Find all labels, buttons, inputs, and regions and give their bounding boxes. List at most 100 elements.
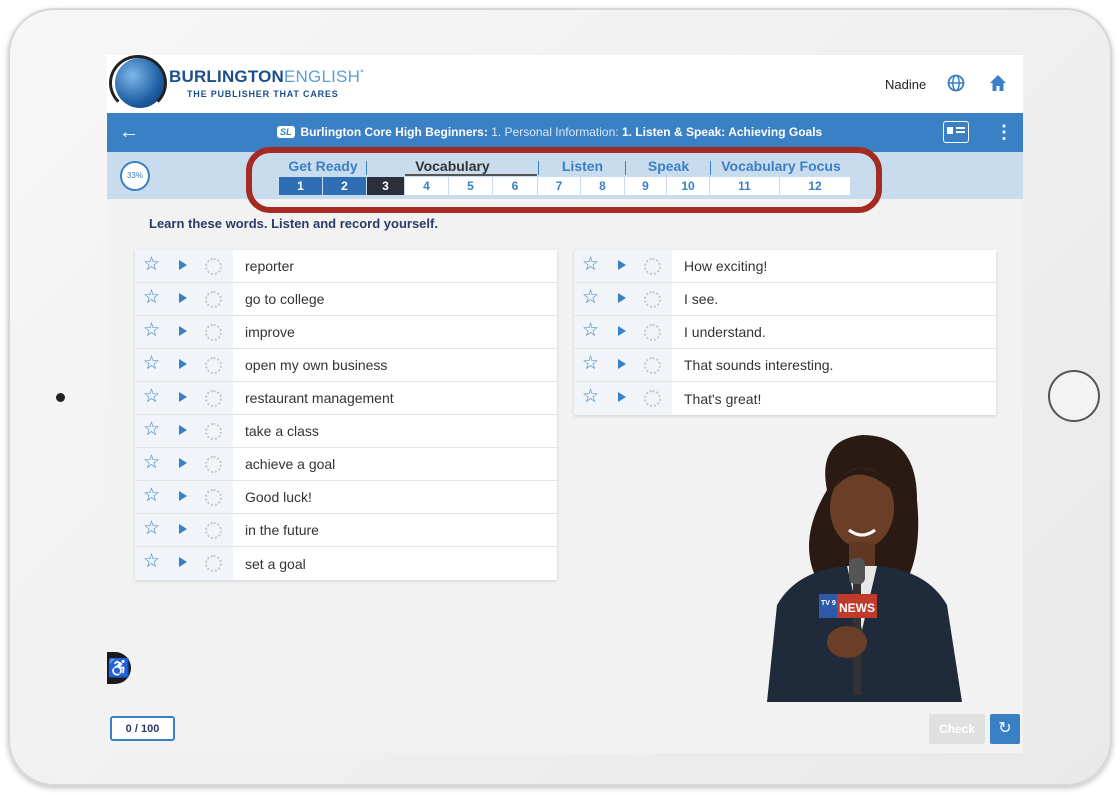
row-controls: ☆ bbox=[574, 349, 672, 381]
back-arrow-icon[interactable]: ← bbox=[119, 122, 139, 142]
star-icon[interactable]: ☆ bbox=[143, 321, 160, 341]
camera-dot bbox=[56, 393, 65, 402]
tablet-home-button bbox=[1048, 370, 1100, 422]
sl-badge: SL bbox=[277, 126, 295, 138]
star-icon[interactable]: ☆ bbox=[143, 387, 160, 407]
star-icon[interactable]: ☆ bbox=[582, 288, 599, 308]
star-icon[interactable]: ☆ bbox=[143, 552, 160, 572]
play-icon[interactable] bbox=[179, 557, 187, 567]
record-icon[interactable] bbox=[644, 258, 661, 275]
row-controls: ☆ bbox=[135, 316, 233, 348]
word-text: improve bbox=[245, 324, 295, 340]
star-icon[interactable]: ☆ bbox=[143, 519, 160, 539]
star-icon[interactable]: ☆ bbox=[143, 255, 160, 275]
record-icon[interactable] bbox=[205, 456, 222, 473]
word-row: ☆ That sounds interesting. bbox=[574, 349, 996, 382]
record-icon[interactable] bbox=[205, 357, 222, 374]
play-icon[interactable] bbox=[179, 359, 187, 369]
word-text: I understand. bbox=[684, 324, 766, 340]
record-icon[interactable] bbox=[205, 258, 222, 275]
play-icon[interactable] bbox=[618, 293, 626, 303]
row-controls: ☆ bbox=[574, 316, 672, 348]
star-icon[interactable]: ☆ bbox=[143, 354, 160, 374]
word-row: ☆ How exciting! bbox=[574, 250, 996, 283]
record-icon[interactable] bbox=[644, 390, 661, 407]
record-icon[interactable] bbox=[644, 291, 661, 308]
word-row: ☆ Good luck! bbox=[135, 481, 557, 514]
word-text: set a goal bbox=[245, 555, 306, 572]
play-icon[interactable] bbox=[179, 524, 187, 534]
top-header: BURLINGTONENGLISH° THE PUBLISHER THAT CA… bbox=[107, 55, 1023, 113]
row-controls: ☆ bbox=[135, 481, 233, 513]
word-row: ☆ reporter bbox=[135, 250, 557, 283]
record-icon[interactable] bbox=[644, 357, 661, 374]
refresh-icon[interactable]: ↻ bbox=[990, 714, 1020, 744]
course-breadcrumb: SL Burlington Core High Beginners: 1. Per… bbox=[277, 125, 822, 139]
word-text: go to college bbox=[245, 291, 325, 307]
play-icon[interactable] bbox=[618, 392, 626, 402]
star-icon[interactable]: ☆ bbox=[582, 387, 599, 407]
word-text: Good luck! bbox=[245, 489, 312, 505]
word-row: ☆ That's great! bbox=[574, 382, 996, 415]
row-controls: ☆ bbox=[135, 514, 233, 546]
row-controls: ☆ bbox=[574, 250, 672, 282]
highlight-annotation bbox=[246, 147, 882, 213]
word-list-right: ☆ How exciting! ☆ I see. ☆ I understand. ☆ That… bbox=[574, 250, 996, 415]
word-row: ☆ go to college bbox=[135, 283, 557, 316]
course-name: Burlington Core High Beginners: bbox=[300, 125, 488, 139]
star-icon[interactable]: ☆ bbox=[143, 420, 160, 440]
play-icon[interactable] bbox=[618, 260, 626, 270]
play-icon[interactable] bbox=[179, 491, 187, 501]
brand-tagline: THE PUBLISHER THAT CARES bbox=[187, 89, 339, 99]
check-button[interactable]: Check bbox=[929, 714, 985, 744]
globe-icon[interactable] bbox=[947, 74, 965, 92]
record-icon[interactable] bbox=[205, 390, 222, 407]
record-icon[interactable] bbox=[205, 489, 222, 506]
record-icon[interactable] bbox=[644, 324, 661, 341]
word-row: ☆ I see. bbox=[574, 283, 996, 316]
play-icon[interactable] bbox=[179, 326, 187, 336]
brand-main: BURLINGTON bbox=[169, 67, 285, 86]
star-icon[interactable]: ☆ bbox=[143, 486, 160, 506]
progress-indicator: 33% bbox=[120, 161, 150, 191]
star-icon[interactable]: ☆ bbox=[582, 354, 599, 374]
record-icon[interactable] bbox=[205, 291, 222, 308]
row-controls: ☆ bbox=[135, 349, 233, 381]
play-icon[interactable] bbox=[179, 458, 187, 468]
presentation-icon[interactable] bbox=[943, 121, 969, 143]
word-row: ☆ set a goal bbox=[135, 547, 557, 580]
word-text: I see. bbox=[684, 291, 719, 307]
record-icon[interactable] bbox=[205, 522, 222, 539]
play-icon[interactable] bbox=[618, 326, 626, 336]
record-icon[interactable] bbox=[205, 423, 222, 440]
star-icon[interactable]: ☆ bbox=[143, 288, 160, 308]
home-icon[interactable] bbox=[989, 74, 1007, 92]
row-controls: ☆ bbox=[135, 448, 233, 480]
play-icon[interactable] bbox=[179, 392, 187, 402]
star-icon[interactable]: ☆ bbox=[582, 255, 599, 275]
star-icon[interactable]: ☆ bbox=[582, 321, 599, 341]
play-icon[interactable] bbox=[179, 260, 187, 270]
star-icon[interactable]: ☆ bbox=[143, 453, 160, 473]
record-icon[interactable] bbox=[205, 324, 222, 341]
row-controls: ☆ bbox=[135, 382, 233, 414]
unit-name: 1. Personal Information: bbox=[487, 125, 622, 139]
play-icon[interactable] bbox=[618, 359, 626, 369]
score-display: 0 / 100 bbox=[110, 716, 175, 741]
word-row: ☆ I understand. bbox=[574, 316, 996, 349]
instruction-text: Learn these words. Listen and record you… bbox=[149, 216, 438, 231]
word-text: take a class bbox=[245, 423, 319, 439]
word-row: ☆ improve bbox=[135, 316, 557, 349]
news-reporter-photo: TV 9 NEWS bbox=[767, 435, 962, 702]
more-menu-icon[interactable]: ⋮ bbox=[995, 122, 1013, 143]
word-row: ☆ restaurant management bbox=[135, 382, 557, 415]
word-text: How exciting! bbox=[684, 258, 768, 274]
play-icon[interactable] bbox=[179, 425, 187, 435]
word-text: reporter bbox=[245, 258, 295, 274]
user-name[interactable]: Nadine bbox=[885, 77, 926, 92]
row-controls: ☆ bbox=[135, 250, 233, 282]
accessibility-icon[interactable]: ♿ bbox=[107, 652, 131, 684]
mic-badge-text: NEWS bbox=[839, 601, 875, 615]
record-icon[interactable] bbox=[205, 555, 222, 572]
play-icon[interactable] bbox=[179, 293, 187, 303]
